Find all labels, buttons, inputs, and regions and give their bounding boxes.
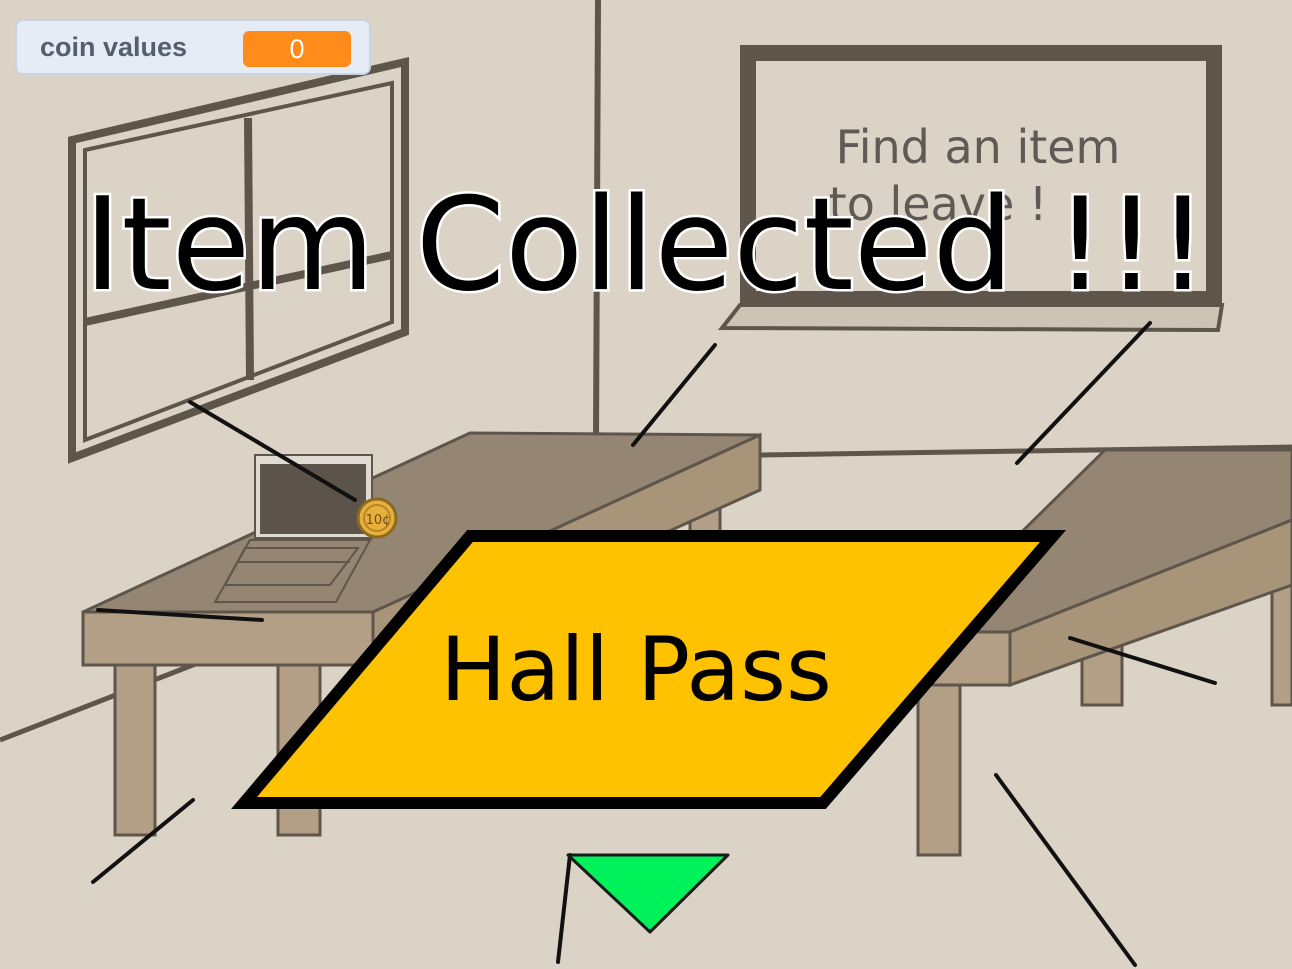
monitor-label: coin values [40,31,188,62]
monitor-value: 0 [243,31,351,67]
coin-icon[interactable]: 10¢ [356,497,398,539]
item-collected-message: Item Collected !!! [84,171,1209,320]
game-stage[interactable]: Find an item to leave ! 10¢ Hall Pass It… [0,0,1292,969]
hall-pass-label: Hall Pass [440,618,832,721]
coin-values-monitor: coin values 0 [15,19,371,75]
whiteboard-text-line1: Find an item [836,120,1121,174]
coin-label: 10¢ [366,513,391,528]
